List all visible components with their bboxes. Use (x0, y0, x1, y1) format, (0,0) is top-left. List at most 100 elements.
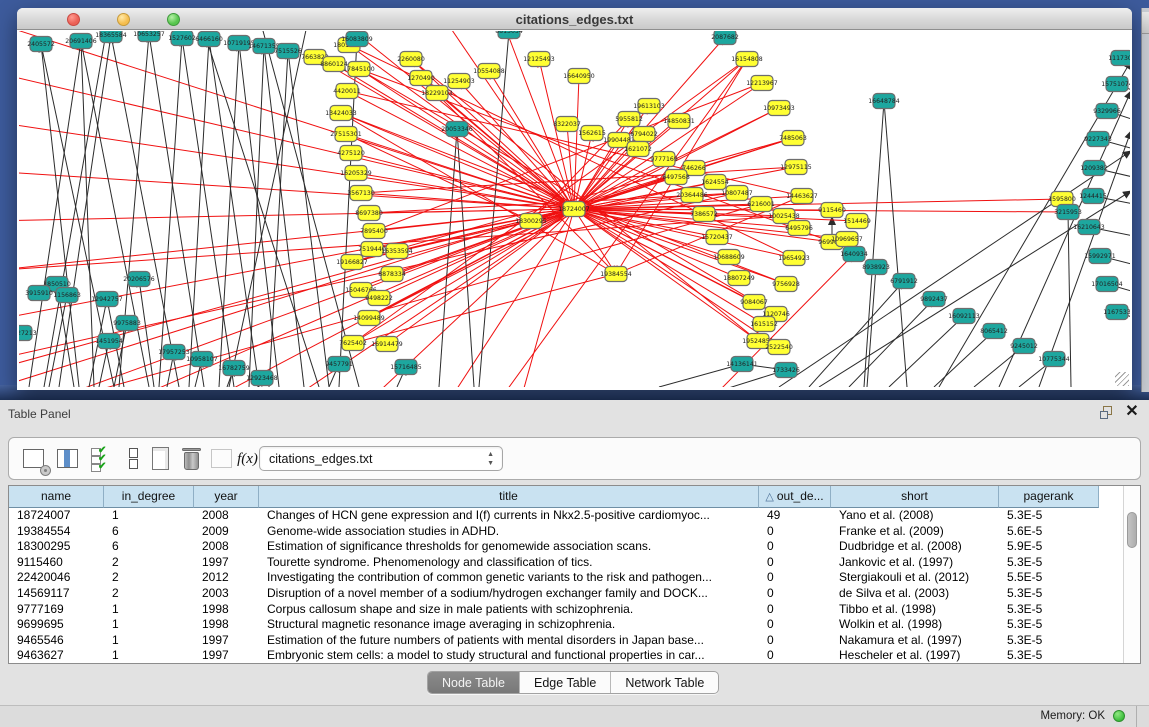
graph-node[interactable]: 18229103 (421, 86, 453, 101)
table-row[interactable]: 1830029562008Estimation of significance … (9, 539, 1099, 555)
graph-node[interactable]: 8938923 (862, 260, 890, 275)
delete-table-icon[interactable] (179, 447, 204, 472)
graph-node[interactable]: 10969657 (831, 232, 863, 247)
graph-node[interactable]: 15720437 (701, 230, 733, 245)
graph-node[interactable]: 16353594 (381, 244, 413, 259)
tab-edge-table[interactable]: Edge Table (520, 672, 611, 693)
graph-node[interactable]: 1244415 (1079, 189, 1107, 204)
tab-node-table[interactable]: Node Table (428, 672, 520, 693)
graph-node[interactable]: 15716485 (390, 360, 422, 375)
graph-node[interactable]: 7625402 (339, 336, 367, 351)
graph-node[interactable]: 19384554 (600, 267, 632, 282)
graph-node[interactable]: 12975115 (780, 160, 812, 175)
table-row[interactable]: 1456911722003Disruption of a novel membe… (9, 586, 1099, 602)
graph-node[interactable]: 3567130 (347, 186, 375, 201)
graph-node[interactable]: 16092113 (948, 309, 980, 324)
graph-node[interactable]: 9756928 (772, 277, 800, 292)
graph-node[interactable]: 17957253 (158, 345, 190, 360)
graph-node[interactable]: 3215953 (1054, 205, 1082, 220)
graph-node[interactable]: 8813054 (495, 31, 523, 39)
graph-node[interactable]: 20206576 (123, 272, 155, 287)
graph-node[interactable]: 1514469 (843, 214, 871, 229)
graph-node[interactable]: 9115460 (818, 203, 846, 218)
column-header-pagerank[interactable]: pagerank (999, 486, 1099, 508)
graph-node[interactable]: 4420011 (333, 84, 361, 99)
graph-node[interactable]: 16640950 (563, 69, 595, 84)
graph-node[interactable]: 6497568 (662, 170, 690, 185)
function-builder-icon[interactable]: f(x) (235, 447, 260, 472)
graph-node[interactable]: 5955812 (615, 112, 643, 127)
graph-node[interactable]: 18807249 (723, 271, 755, 286)
graph-node[interactable]: 20691406 (65, 34, 97, 49)
column-header-year[interactable]: year (194, 486, 259, 508)
graph-node[interactable]: 9777169 (650, 152, 678, 167)
graph-node[interactable]: 19613103 (633, 99, 665, 114)
graph-node[interactable]: 10958107 (186, 352, 218, 367)
memory-status-icon[interactable] (1113, 710, 1125, 722)
graph-node[interactable]: 10973493 (763, 101, 795, 116)
graph-node[interactable]: 8322037 (553, 117, 581, 132)
table-row[interactable]: 2242004622012Investigating the contribut… (9, 570, 1099, 586)
graph-node[interactable]: 8878334 (378, 267, 406, 282)
graph-node[interactable]: 1156863 (53, 288, 81, 303)
graph-node[interactable]: 19654923 (778, 251, 810, 266)
graph-node[interactable]: 15992971 (1084, 249, 1116, 264)
graph-node[interactable]: 9227343 (1084, 132, 1112, 147)
graph-node[interactable]: 10775344 (1038, 352, 1070, 367)
window-resize-grip[interactable] (1115, 372, 1129, 386)
graph-node[interactable]: 12942757 (91, 292, 123, 307)
graph-node[interactable]: 16154808 (731, 52, 763, 67)
graph-node[interactable]: 9245012 (1010, 339, 1038, 354)
graph-node[interactable]: 10688609 (713, 250, 745, 265)
graph-node[interactable]: 16205329 (340, 166, 372, 181)
graph-node[interactable]: 9084067 (740, 295, 768, 310)
network-canvas[interactable]: 1872400718300295193845541801219717845100… (19, 31, 1130, 387)
select-rows-icon[interactable]: ✔ ✔ ✔ (91, 447, 116, 472)
graph-node[interactable]: 17845100 (343, 62, 375, 77)
table-selector-dropdown[interactable]: citations_edges.txt ▲▼ (259, 446, 503, 471)
graph-node[interactable]: 14463627 (786, 189, 818, 204)
graph-node[interactable]: 1640934 (840, 247, 868, 262)
graph-node[interactable]: 20364486 (676, 188, 708, 203)
graph-node[interactable]: 11254903 (443, 74, 475, 89)
network-window-titlebar[interactable]: citations_edges.txt (17, 8, 1132, 30)
graph-node[interactable]: 6495796 (785, 221, 813, 236)
table-row[interactable]: 946362711997Embryonic stem cells: a mode… (9, 648, 1099, 664)
graph-node[interactable]: 18724007 (558, 202, 590, 217)
float-panel-icon[interactable] (1100, 406, 1115, 421)
graph-node[interactable]: 12923468 (246, 371, 278, 386)
graph-node[interactable]: 16914479 (371, 337, 403, 352)
graph-node[interactable]: 1451954 (95, 334, 123, 349)
column-header-in_degree[interactable]: in_degree (104, 486, 194, 508)
graph-node[interactable]: 7515526 (274, 44, 302, 59)
table-row[interactable]: 977716911998Corpus callosum shape and si… (9, 602, 1099, 618)
graph-node[interactable]: 20053346 (441, 122, 473, 137)
graph-node[interactable]: 9457791 (325, 357, 353, 372)
graph-node[interactable]: 14136141 (726, 357, 758, 372)
graph-node[interactable]: 6791912 (890, 274, 918, 289)
graph-node[interactable]: 2260080 (397, 52, 425, 67)
graph-node[interactable]: 6216001 (747, 197, 775, 212)
graph-node[interactable]: 1615152 (750, 317, 778, 332)
graph-node[interactable]: 18365584 (95, 31, 127, 43)
graph-node[interactable]: 10653257 (133, 31, 165, 42)
column-header-out_de[interactable]: △out_de... (759, 486, 831, 508)
graph-node[interactable]: 10807487 (721, 186, 753, 201)
graph-node[interactable]: 16083809 (341, 32, 373, 47)
graph-node[interactable]: 8065412 (980, 324, 1008, 339)
table-row[interactable]: 1938455462009Genome-wide association stu… (9, 524, 1099, 540)
graph-node[interactable]: 14099489 (353, 311, 385, 326)
graph-node[interactable]: 16782759 (218, 361, 250, 376)
graph-node[interactable]: 6466160 (195, 32, 223, 47)
column-header-short[interactable]: short (831, 486, 999, 508)
graph-node[interactable]: 19166827 (336, 255, 368, 270)
graph-node[interactable]: 13424033 (325, 106, 357, 121)
graph-node[interactable]: 16648784 (868, 94, 900, 109)
graph-node[interactable]: 7386572 (690, 207, 718, 222)
table-settings-icon[interactable] (23, 447, 48, 472)
graph-node[interactable]: 6794022 (630, 127, 658, 142)
column-header-name[interactable]: name (9, 486, 104, 508)
graph-node[interactable]: 18300295 (515, 214, 547, 229)
graph-node[interactable]: 1527602 (168, 31, 196, 46)
close-panel-icon[interactable]: ✕ (1124, 403, 1140, 421)
